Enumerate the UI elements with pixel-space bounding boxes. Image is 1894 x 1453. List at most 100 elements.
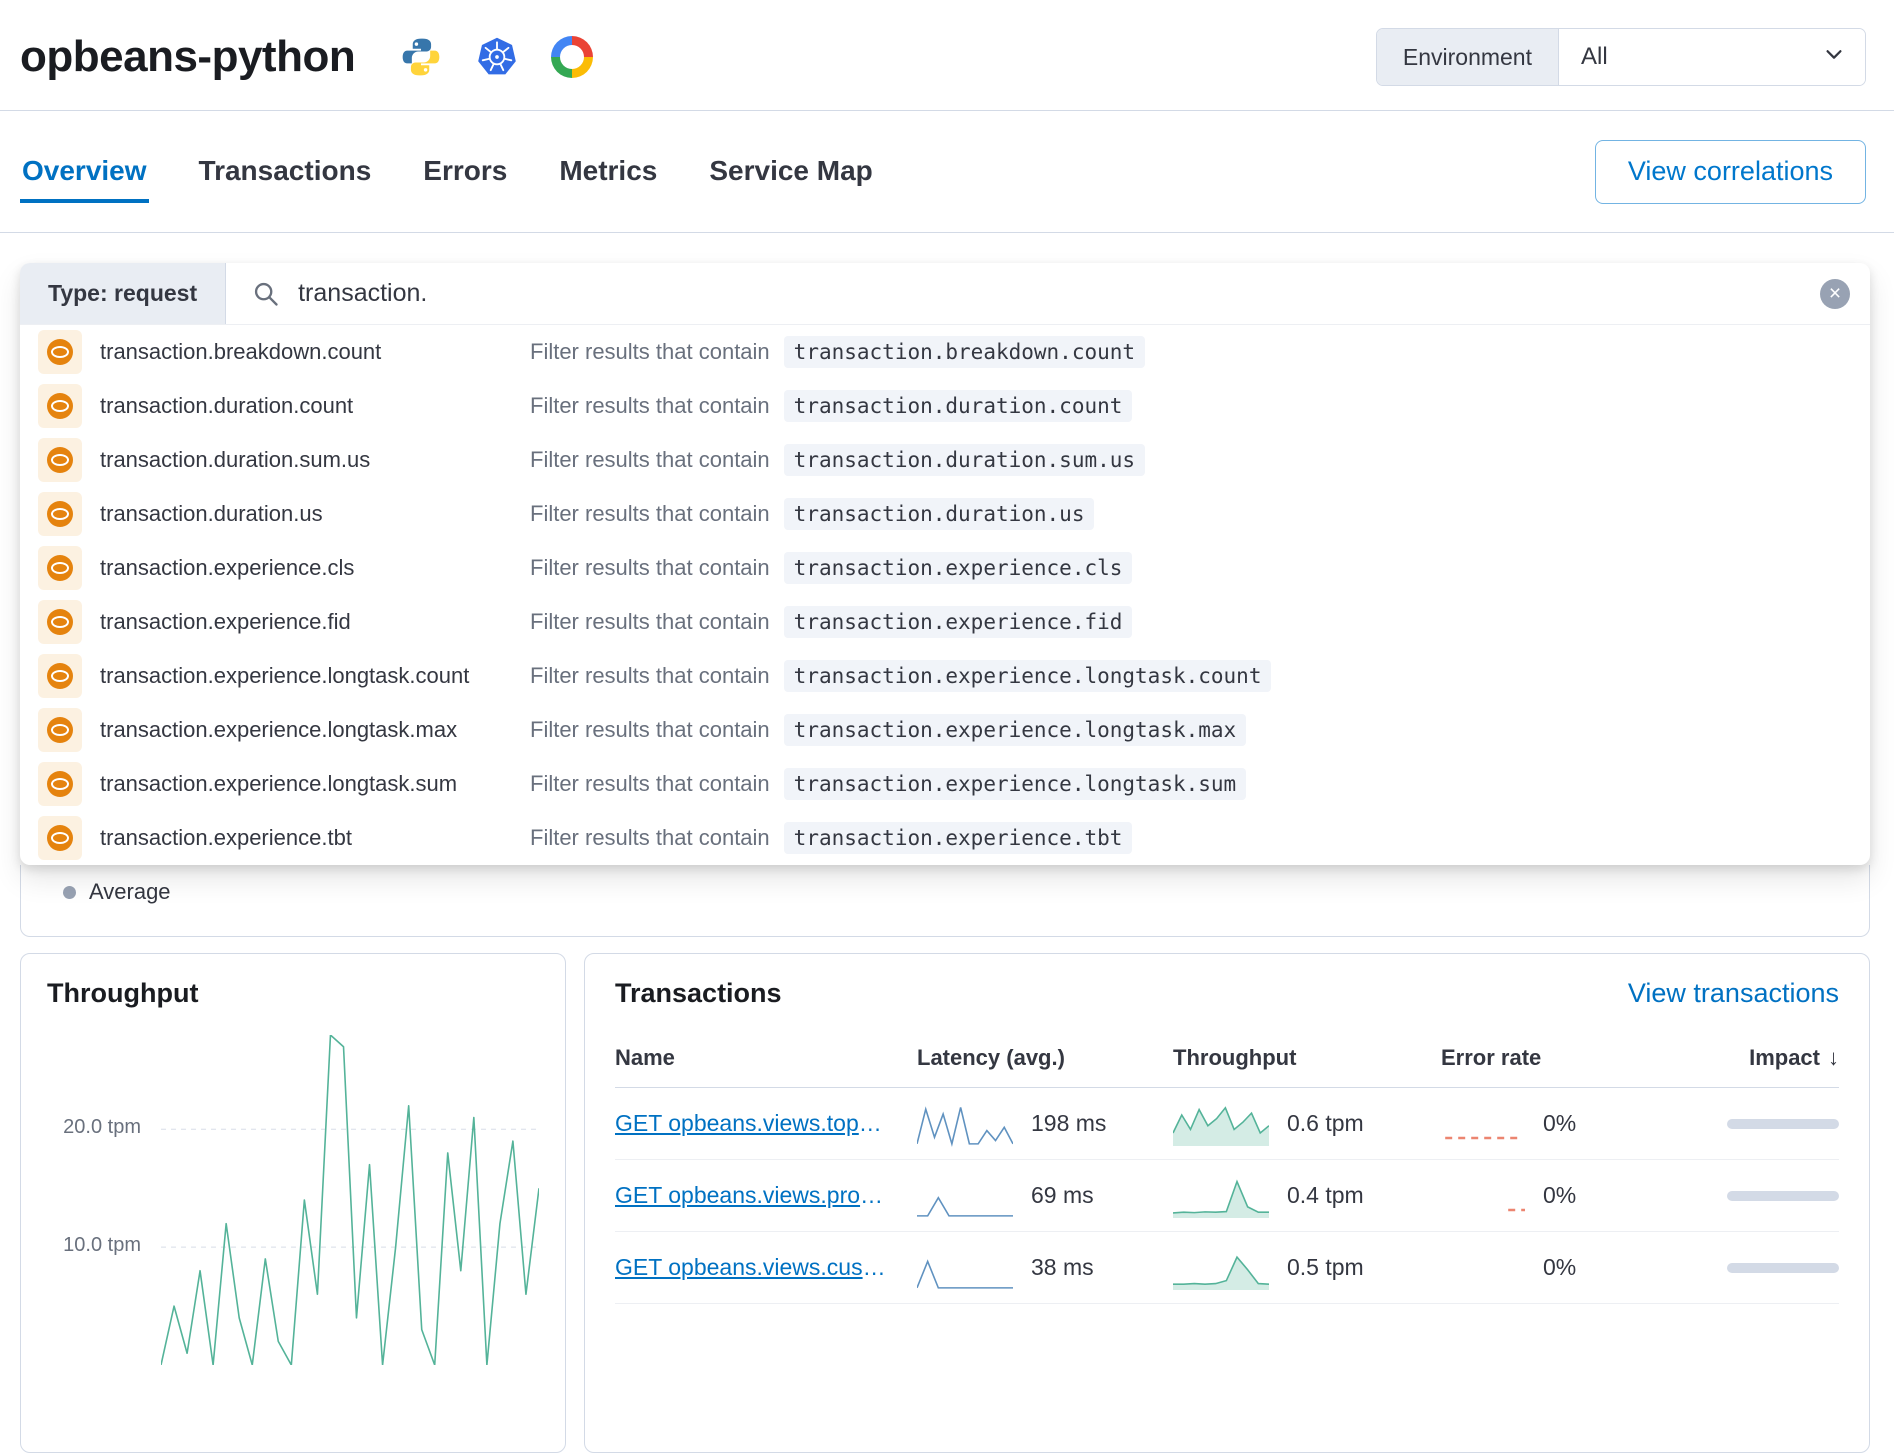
suggestion-description: Filter results that contain [530, 663, 770, 689]
transactions-table: Name Latency (avg.) Throughput Error rat… [615, 1037, 1839, 1304]
suggestion-code: transaction.experience.cls [784, 552, 1133, 584]
suggestion-code: transaction.experience.longtask.count [784, 660, 1272, 692]
service-header: opbeans-python [0, 0, 1894, 111]
suggestion-item[interactable]: transaction.duration.count Filter result… [20, 379, 1870, 433]
table-row: GET opbeans.views.custo... 38 ms 0.5 tpm… [615, 1232, 1839, 1304]
suggestion-field-name: transaction.experience.longtask.sum [100, 771, 530, 797]
error-rate-sparkline [1441, 1104, 1525, 1144]
throughput-value: 0.6 tpm [1287, 1110, 1364, 1137]
clear-search-icon[interactable]: × [1820, 279, 1850, 309]
table-row: GET opbeans.views.produc... 69 ms 0.4 tp… [615, 1160, 1839, 1232]
column-header-latency[interactable]: Latency (avg.) [917, 1045, 1147, 1071]
column-header-impact[interactable]: Impact ↓ [1749, 1045, 1839, 1071]
field-icon [38, 816, 82, 860]
tab-transactions[interactable]: Transactions [197, 141, 374, 203]
view-transactions-link[interactable]: View transactions [1628, 978, 1839, 1009]
chevron-down-icon [1823, 43, 1845, 72]
kubernetes-icon [475, 35, 519, 79]
field-icon [38, 654, 82, 698]
legend-label: Average [89, 879, 171, 905]
impact-bar [1669, 1263, 1839, 1273]
google-cloud-icon [551, 36, 593, 78]
tab-errors[interactable]: Errors [421, 141, 509, 203]
field-icon [38, 546, 82, 590]
tab-service-map[interactable]: Service Map [707, 141, 874, 203]
error-rate-value: 0% [1543, 1182, 1576, 1209]
transaction-type-filter-badge[interactable]: Type: request [20, 263, 226, 324]
latency-value: 69 ms [1031, 1182, 1094, 1209]
suggestion-code: transaction.experience.longtask.max [784, 714, 1247, 746]
error-rate-sparkline [1441, 1248, 1525, 1288]
suggestion-item[interactable]: transaction.experience.longtask.sum Filt… [20, 757, 1870, 811]
bottom-panels: Throughput 20.0 tpm10.0 tpm Transactions… [20, 953, 1870, 1453]
tab-metrics[interactable]: Metrics [557, 141, 659, 203]
field-icon [38, 438, 82, 482]
service-tabs-bar: Overview Transactions Errors Metrics Ser… [0, 111, 1894, 233]
field-icon [38, 708, 82, 752]
suggestion-description: Filter results that contain [530, 339, 770, 365]
main-content: Type: request × transaction.breakdown.co… [0, 263, 1894, 1453]
suggestion-description: Filter results that contain [530, 393, 770, 419]
suggestion-description: Filter results that contain [530, 771, 770, 797]
transactions-panel-title: Transactions [615, 978, 782, 1009]
impact-bar [1669, 1191, 1839, 1201]
column-header-throughput[interactable]: Throughput [1173, 1045, 1415, 1071]
transaction-link[interactable]: GET opbeans.views.custo... [615, 1254, 891, 1281]
error-rate-sparkline [1441, 1176, 1525, 1216]
environment-value: All [1581, 43, 1608, 71]
view-correlations-button[interactable]: View correlations [1595, 140, 1866, 204]
suggestion-item[interactable]: transaction.experience.cls Filter result… [20, 541, 1870, 595]
error-rate-value: 0% [1543, 1110, 1576, 1137]
column-header-name[interactable]: Name [615, 1045, 891, 1071]
y-axis-tick-label: 20.0 tpm [47, 1116, 141, 1139]
field-icon [38, 762, 82, 806]
throughput-sparkline [1173, 1101, 1269, 1147]
latency-sparkline [917, 1101, 1013, 1147]
error-rate-value: 0% [1543, 1254, 1576, 1281]
throughput-panel: Throughput 20.0 tpm10.0 tpm [20, 953, 566, 1453]
agent-icons [399, 35, 593, 79]
suggestion-item[interactable]: transaction.breakdown.count Filter resul… [20, 325, 1870, 379]
suggestion-code: transaction.experience.fid [784, 606, 1133, 638]
suggestion-description: Filter results that contain [530, 447, 770, 473]
suggestion-item[interactable]: transaction.experience.tbt Filter result… [20, 811, 1870, 865]
transaction-link[interactable]: GET opbeans.views.produc... [615, 1182, 891, 1209]
suggestion-description: Filter results that contain [530, 825, 770, 851]
table-row: GET opbeans.views.top_pr... 198 ms 0.6 t… [615, 1088, 1839, 1160]
tab-overview[interactable]: Overview [20, 141, 149, 203]
suggestion-field-name: transaction.experience.cls [100, 555, 530, 581]
suggestion-item[interactable]: transaction.experience.fid Filter result… [20, 595, 1870, 649]
throughput-panel-title: Throughput [47, 978, 539, 1009]
latency-sparkline [917, 1173, 1013, 1219]
field-icon [38, 492, 82, 536]
suggestion-field-name: transaction.experience.fid [100, 609, 530, 635]
latency-value: 198 ms [1031, 1110, 1106, 1137]
suggestion-code: transaction.experience.longtask.sum [784, 768, 1247, 800]
search-bar: Type: request × [20, 263, 1870, 325]
suggestion-description: Filter results that contain [530, 609, 770, 635]
suggestion-item[interactable]: transaction.experience.longtask.max Filt… [20, 703, 1870, 757]
suggestion-field-name: transaction.duration.us [100, 501, 530, 527]
search-input[interactable] [296, 278, 1800, 309]
transaction-link[interactable]: GET opbeans.views.top_pr... [615, 1110, 891, 1137]
suggestion-field-name: transaction.duration.sum.us [100, 447, 530, 473]
environment-label: Environment [1377, 29, 1559, 85]
suggestion-field-name: transaction.breakdown.count [100, 339, 530, 365]
column-header-error-rate[interactable]: Error rate [1441, 1045, 1643, 1071]
throughput-sparkline [1173, 1173, 1269, 1219]
latency-panel: Average [20, 865, 1870, 937]
suggestion-code: transaction.duration.sum.us [784, 444, 1145, 476]
suggestion-description: Filter results that contain [530, 501, 770, 527]
field-icon [38, 600, 82, 644]
suggestion-description: Filter results that contain [530, 717, 770, 743]
search-icon [252, 280, 280, 308]
environment-select[interactable]: All [1559, 29, 1865, 85]
suggestion-item[interactable]: transaction.duration.sum.us Filter resul… [20, 433, 1870, 487]
throughput-sparkline [1173, 1245, 1269, 1291]
suggestion-item[interactable]: transaction.experience.longtask.count Fi… [20, 649, 1870, 703]
suggestion-item[interactable]: transaction.duration.us Filter results t… [20, 487, 1870, 541]
transactions-panel: Transactions View transactions Name Late… [584, 953, 1870, 1453]
suggestion-code: transaction.duration.us [784, 498, 1095, 530]
legend-dot-icon [63, 886, 76, 899]
page-title: opbeans-python [20, 32, 355, 82]
